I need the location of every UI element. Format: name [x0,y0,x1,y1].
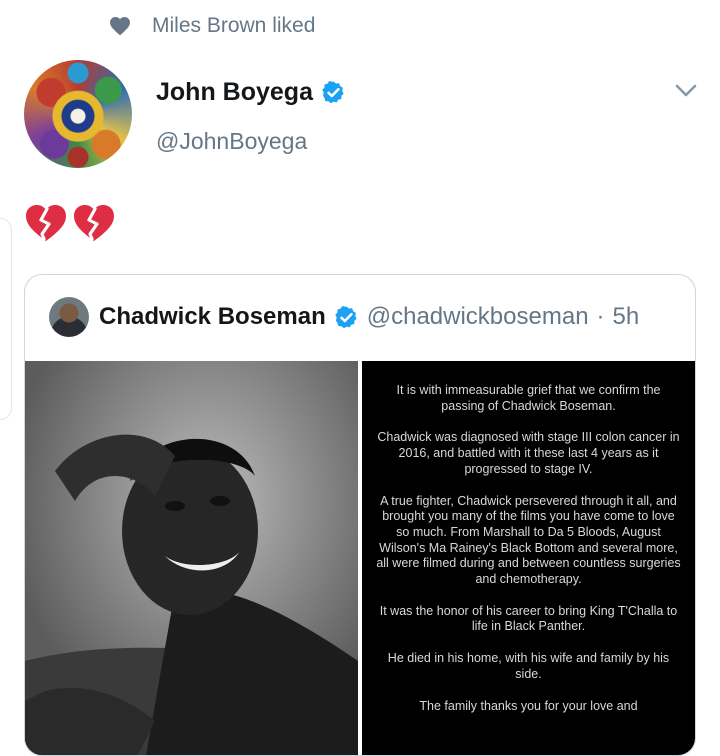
statement-paragraph: It was the honor of his career to bring … [379,603,678,634]
portrait-photo [25,361,358,755]
author-name[interactable]: John Boyega [156,78,313,107]
avatar[interactable] [24,60,132,168]
statement-text: It is with immeasurable grief that we co… [374,383,683,730]
social-context-label: Miles Brown liked [152,14,316,37]
statement-paragraph: Chadwick was diagnosed with stage III co… [377,430,680,476]
author-row[interactable]: John Boyega [156,78,346,107]
social-context[interactable]: Miles Brown liked [108,10,315,42]
statement-paragraph: It is with immeasurable grief that we co… [396,383,661,413]
chevron-down-icon[interactable] [673,80,699,102]
quoted-photo[interactable] [25,361,358,755]
quoted-tweet-header: Chadwick Boseman @chadwickboseman · 5h [49,297,639,337]
tweet-body [24,203,116,243]
quoted-tweet[interactable]: Chadwick Boseman @chadwickboseman · 5h I… [24,274,696,756]
heart-icon [110,17,130,36]
statement-paragraph: A true fighter, Chadwick persevered thro… [376,493,681,587]
verified-badge-icon [334,305,357,328]
quoted-separator: · [596,303,605,330]
quoted-timestamp: 5h [612,303,640,330]
broken-heart-icon [26,205,66,241]
verified-badge-icon [322,81,344,104]
quoted-author-handle: @chadwickboseman [366,303,589,330]
quoted-avatar [49,297,89,337]
adjacent-panel-edge [0,218,12,420]
author-handle[interactable]: @JohnBoyega [156,128,307,155]
statement-paragraph: The family thanks you for your love and [419,698,638,713]
statement-image[interactable]: It is with immeasurable grief that we co… [362,361,695,755]
quoted-author-name: Chadwick Boseman [99,303,326,330]
statement-paragraph: He died in his home, with his wife and f… [387,651,670,681]
broken-heart-icon [74,205,114,241]
